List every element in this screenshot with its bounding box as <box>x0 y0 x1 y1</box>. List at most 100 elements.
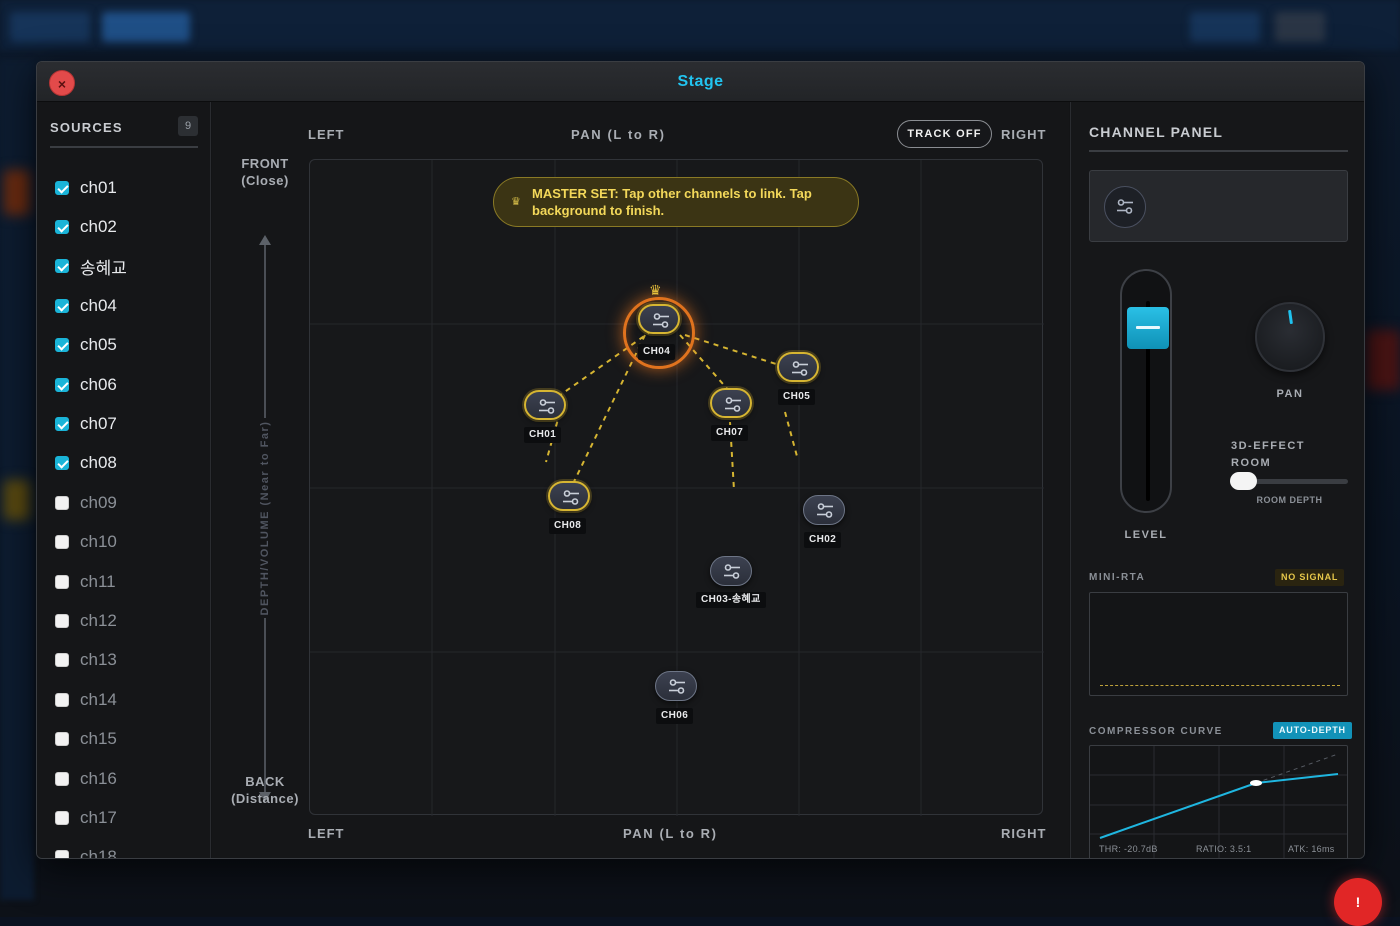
source-item[interactable]: 송혜교 <box>55 247 205 286</box>
node-ch06[interactable] <box>655 671 697 701</box>
source-label: ch05 <box>80 335 117 355</box>
node-ch03[interactable] <box>710 556 752 586</box>
source-item[interactable]: ch05 <box>55 326 205 365</box>
source-item[interactable]: ch07 <box>55 404 205 443</box>
ratio-readout: RATIO: 3.5:1 <box>1196 844 1252 854</box>
source-item[interactable]: ch12 <box>55 601 205 640</box>
source-checkbox[interactable] <box>55 456 69 471</box>
sources-header: SOURCES 9 <box>50 116 198 148</box>
source-checkbox[interactable] <box>55 495 69 510</box>
source-label: ch10 <box>80 532 117 552</box>
banner-text-line1: MASTER SET: Tap other channels to link. … <box>532 186 812 201</box>
stage-grid[interactable]: ♛ MASTER SET: Tap other channels to link… <box>309 159 1044 816</box>
source-item[interactable]: ch11 <box>55 562 205 601</box>
source-checkbox[interactable] <box>55 220 69 235</box>
selected-channel-box <box>1089 170 1348 242</box>
source-checkbox[interactable] <box>55 692 69 707</box>
channel-panel-title: CHANNEL PANEL <box>1089 124 1348 152</box>
source-item[interactable]: ch09 <box>55 483 205 522</box>
backdrop-blob <box>4 170 30 215</box>
source-checkbox[interactable] <box>55 338 69 353</box>
node-ch07[interactable] <box>710 388 752 418</box>
fx-label-line1: 3D-EFFECT <box>1231 440 1305 452</box>
source-checkbox[interactable] <box>55 535 69 550</box>
source-checkbox[interactable] <box>55 810 69 825</box>
source-item[interactable]: ch08 <box>55 444 205 483</box>
close-button[interactable]: × <box>49 70 75 96</box>
room-depth-label: ROOM DEPTH <box>1256 495 1323 505</box>
compressor-curve-graph <box>1090 746 1347 858</box>
node-ch02[interactable] <box>803 495 845 525</box>
source-label: ch01 <box>80 177 117 197</box>
backdrop-blob <box>1366 330 1400 390</box>
pan-axis-label-bottom: PAN (L to R) <box>623 826 718 841</box>
front-label-line2: (Close) <box>241 173 289 188</box>
source-item[interactable]: ch10 <box>55 523 205 562</box>
node-ch01[interactable] <box>524 390 566 420</box>
pan-knob[interactable] <box>1255 302 1325 372</box>
source-item[interactable]: ch01 <box>55 168 205 207</box>
front-label-line1: FRONT <box>241 156 289 171</box>
node-ch04[interactable] <box>638 304 680 334</box>
auto-depth-badge[interactable]: AUTO-DEPTH <box>1273 722 1352 739</box>
source-item[interactable]: ch14 <box>55 680 205 719</box>
source-checkbox[interactable] <box>55 613 69 628</box>
source-checkbox[interactable] <box>55 417 69 432</box>
compressor-curve-label: COMPRESSOR CURVE <box>1089 726 1223 737</box>
banner-text-line2: background to finish. <box>532 203 665 218</box>
source-checkbox[interactable] <box>55 180 69 195</box>
node-label-ch06: CH06 <box>656 708 694 724</box>
sources-title: SOURCES <box>50 120 123 135</box>
source-item[interactable]: ch04 <box>55 286 205 325</box>
node-label-ch02: CH02 <box>804 532 842 548</box>
source-item[interactable]: ch18 <box>55 838 205 858</box>
source-checkbox[interactable] <box>55 850 69 858</box>
node-ch08[interactable] <box>548 481 590 511</box>
source-label: 송혜교 <box>80 258 127 278</box>
pan-right-label-top: RIGHT <box>1001 127 1047 142</box>
source-checkbox[interactable] <box>55 732 69 747</box>
node-label-ch04: CH04 <box>638 344 676 360</box>
attack-readout: ATK: 16ms <box>1288 844 1335 854</box>
source-label: ch11 <box>80 571 116 591</box>
fader-handle[interactable] <box>1127 307 1169 349</box>
master-crown-icon: ♛ <box>649 282 662 298</box>
master-set-banner: ♛ MASTER SET: Tap other channels to link… <box>493 177 859 227</box>
mini-rta-display <box>1089 592 1348 696</box>
back-label-line2: (Distance) <box>231 791 299 806</box>
depth-axis-label: DEPTH/VOLUME (Near to Far) <box>259 418 271 618</box>
source-item[interactable]: ch16 <box>55 759 205 798</box>
source-checkbox[interactable] <box>55 377 69 392</box>
source-checkbox[interactable] <box>55 259 69 274</box>
source-checkbox[interactable] <box>55 298 69 313</box>
source-item[interactable]: ch13 <box>55 641 205 680</box>
rta-baseline <box>1100 685 1340 686</box>
mini-rta-label: MINI-RTA <box>1089 572 1146 583</box>
source-item[interactable]: ch02 <box>55 207 205 246</box>
level-fader[interactable] <box>1120 269 1172 513</box>
alert-button[interactable]: ! <box>1334 878 1382 926</box>
node-ch05[interactable] <box>777 352 819 382</box>
node-label-ch01: CH01 <box>524 427 562 443</box>
source-label: ch15 <box>80 729 117 749</box>
source-label: ch02 <box>80 217 117 237</box>
sources-panel: SOURCES 9 ch01 ch02 송혜교 ch04 ch05 ch06 ch07 ch0… <box>37 102 211 858</box>
source-item[interactable]: ch15 <box>55 719 205 758</box>
source-item[interactable]: ch06 <box>55 365 205 404</box>
source-label: ch08 <box>80 453 117 473</box>
source-checkbox[interactable] <box>55 574 69 589</box>
source-item[interactable]: ch17 <box>55 798 205 837</box>
pan-left-label-bottom: LEFT <box>308 826 345 841</box>
crown-icon: ♛ <box>511 196 521 208</box>
source-checkbox[interactable] <box>55 771 69 786</box>
mixer-icon <box>653 313 669 328</box>
source-checkbox[interactable] <box>55 653 69 668</box>
backdrop-blob <box>4 480 30 520</box>
source-label: ch17 <box>80 807 117 827</box>
back-label: BACK (Distance) <box>226 773 304 807</box>
pan-label: PAN <box>1276 388 1304 400</box>
pan-knob-indicator <box>1288 309 1293 325</box>
mixer-icon[interactable] <box>1104 186 1146 228</box>
room-depth-thumb[interactable] <box>1230 472 1257 490</box>
track-off-button[interactable]: TRACK OFF <box>897 120 992 148</box>
